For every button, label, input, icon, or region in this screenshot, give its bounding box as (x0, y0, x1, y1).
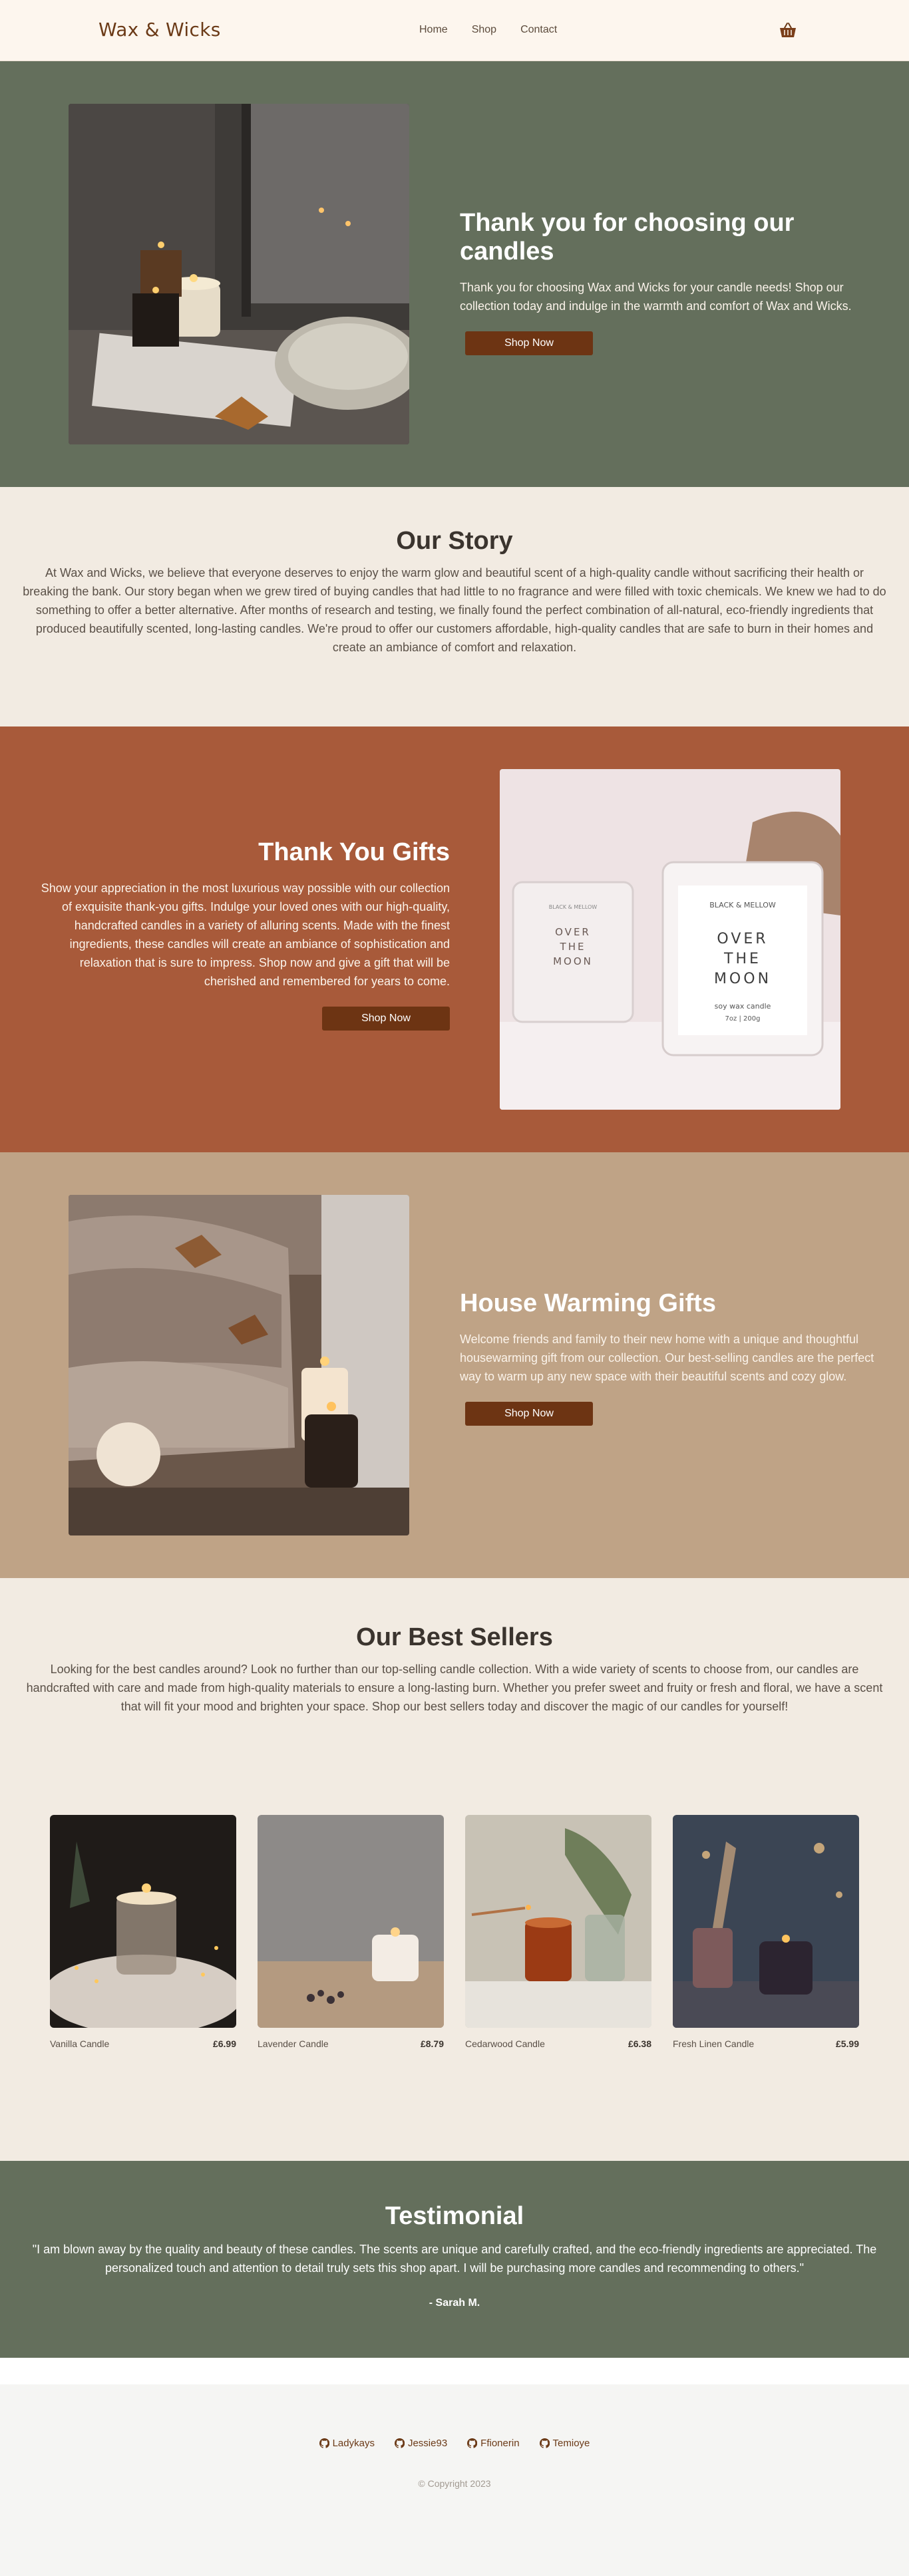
footer-link-ffionerin[interactable]: Ffionerin (467, 2438, 520, 2449)
github-icon (467, 2438, 478, 2448)
product-name[interactable]: Lavender Candle (258, 2038, 329, 2049)
housewarming-text: House Warming Gifts Welcome friends and … (460, 1289, 886, 1426)
svg-text:MOON: MOON (553, 955, 593, 967)
product-image-fresh-linen[interactable] (673, 1815, 859, 2028)
footer-link-label: Temioye (552, 2438, 590, 2449)
github-icon (395, 2438, 405, 2448)
hero-text: Thank you for choosing our candles Thank… (460, 209, 879, 355)
product-name[interactable]: Vanilla Candle (50, 2038, 109, 2049)
best-text: Looking for the best candles around? Loo… (26, 1663, 883, 1713)
footer-link-jessie93[interactable]: Jessie93 (395, 2438, 447, 2449)
product-price: £8.79 (420, 2038, 444, 2049)
footer-link-ladykays[interactable]: Ladykays (319, 2438, 375, 2449)
footer-link-label: Ffionerin (480, 2438, 520, 2449)
basket-icon[interactable] (779, 21, 797, 39)
testimonial-title: Testimonial (385, 2202, 524, 2230)
product-image-lavender[interactable] (258, 1815, 444, 2028)
hero-candle-photo (69, 104, 409, 444)
gifts-title: Thank You Gifts (258, 838, 450, 866)
thank-you-gifts-section: Thank You Gifts Show your appreciation i… (0, 726, 909, 1152)
footer-link-label: Jessie93 (407, 2438, 448, 2449)
product-price: £6.38 (628, 2038, 651, 2049)
product-card[interactable]: Vanilla Candle £6.99 (50, 1815, 236, 2049)
svg-text:OVER: OVER (555, 926, 591, 938)
product-card[interactable]: Lavender Candle £8.79 (258, 1815, 444, 2049)
housewarming-shop-now-button[interactable]: Shop Now (465, 1402, 593, 1426)
best-title: Our Best Sellers (356, 1623, 553, 1651)
product-name[interactable]: Fresh Linen Candle (673, 2038, 754, 2049)
footer: Ladykays Jessie93 Ffionerin Temioye © Co… (0, 2384, 909, 2576)
product-name[interactable]: Cedarwood Candle (465, 2038, 545, 2049)
nav-link-home[interactable]: Home (419, 24, 448, 36)
brand-logo[interactable]: Wax & Wicks (98, 19, 221, 41)
product-meta: Vanilla Candle £6.99 (50, 2038, 236, 2049)
product-card[interactable]: Cedarwood Candle £6.38 (465, 1815, 651, 2049)
testimonial-author: - Sarah M. (429, 2297, 480, 2309)
hero-title: Thank you for choosing our candles (460, 209, 795, 265)
product-meta: Fresh Linen Candle £5.99 (673, 2038, 859, 2049)
github-icon (319, 2438, 329, 2448)
product-meta: Cedarwood Candle £6.38 (465, 2038, 651, 2049)
story-text: At Wax and Wicks, we believe that everyo… (23, 566, 886, 654)
jar-sub-1: soy wax candle (715, 1002, 771, 1011)
jar-title-1: OVER (717, 931, 768, 947)
hero-description: Thank you for choosing Wax and Wicks for… (460, 281, 852, 313)
jar-title-3: MOON (714, 971, 771, 987)
section-divider (0, 2358, 909, 2384)
svg-text:THE: THE (560, 941, 586, 953)
hero-shop-now-button[interactable]: Shop Now (465, 331, 593, 355)
nav-links: Home Shop Contact (419, 24, 557, 36)
product-meta: Lavender Candle £8.79 (258, 2038, 444, 2049)
testimonial-quote: "I am blown away by the quality and beau… (32, 2243, 877, 2275)
nav-link-shop[interactable]: Shop (472, 24, 496, 36)
hero-section: Thank you for choosing our candles Thank… (0, 61, 909, 487)
github-icon (539, 2438, 550, 2448)
our-story-section: Our Story At Wax and Wicks, we believe t… (0, 487, 909, 726)
product-image-vanilla[interactable] (50, 1815, 236, 2028)
gifts-shop-now-button[interactable]: Shop Now (322, 1007, 450, 1031)
product-card[interactable]: Fresh Linen Candle £5.99 (673, 1815, 859, 2049)
testimonial-section: Testimonial "I am blown away by the qual… (0, 2161, 909, 2358)
footer-github-links: Ladykays Jessie93 Ffionerin Temioye (0, 2438, 909, 2449)
jar-brand: BLACK & MELLOW (709, 901, 776, 909)
product-price: £6.99 (212, 2038, 236, 2049)
gifts-description: Show your appreciation in the most luxur… (41, 882, 450, 988)
housewarming-title: House Warming Gifts (460, 1289, 716, 1317)
product-image-cedarwood[interactable] (465, 1815, 651, 2028)
navbar: Wax & Wicks Home Shop Contact (0, 0, 909, 61)
copyright: © Copyright 2023 (418, 2478, 491, 2489)
footer-link-temioye[interactable]: Temioye (539, 2438, 590, 2449)
jar-sub-2: 7oz | 200g (725, 1015, 761, 1023)
product-price: £5.99 (835, 2038, 859, 2049)
gifts-text: Thank You Gifts Show your appreciation i… (32, 838, 450, 1031)
nav-link-contact[interactable]: Contact (520, 24, 557, 36)
product-grid: Vanilla Candle £6.99 Lavender Candle £8.… (50, 1815, 859, 2049)
gifts-candle-photo: BLACK & MELLOW OVER THE MOON soy wax can… (500, 769, 840, 1110)
svg-text:BLACK & MELLOW: BLACK & MELLOW (549, 904, 598, 910)
jar-title-2: THE (723, 951, 761, 967)
story-title: Our Story (396, 527, 513, 555)
housewarming-description: Welcome friends and family to their new … (460, 1333, 874, 1383)
best-sellers-section: Our Best Sellers Looking for the best ca… (0, 1578, 909, 2161)
house-warming-section: House Warming Gifts Welcome friends and … (0, 1152, 909, 1578)
footer-link-label: Ladykays (332, 2438, 375, 2449)
housewarming-candle-photo (69, 1195, 409, 1535)
